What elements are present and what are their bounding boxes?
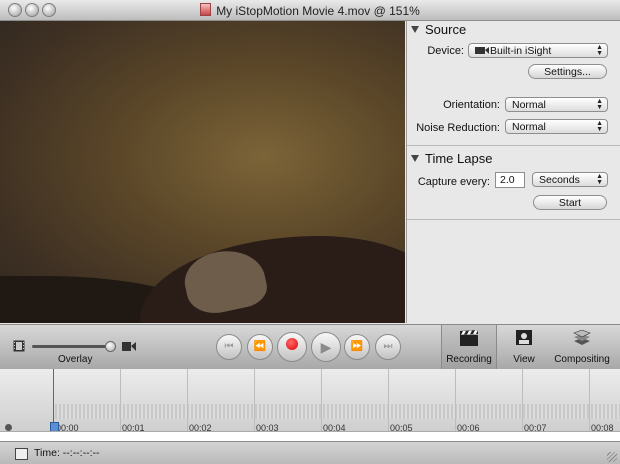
recording-mode-label: Recording	[446, 354, 492, 365]
view-mode-button[interactable]: View	[497, 325, 551, 369]
timelapse-header-label: Time Lapse	[425, 151, 493, 166]
play-button[interactable]: ▶	[311, 332, 341, 362]
start-button[interactable]: Start	[533, 195, 607, 210]
popup-arrows-icon: ▲ ▼	[596, 44, 603, 57]
go-to-start-button[interactable]: ⏮	[216, 334, 242, 360]
timeline-track[interactable]	[0, 369, 620, 431]
orientation-label: Orientation:	[443, 99, 500, 111]
view-icon	[516, 330, 532, 345]
timelapse-section-header[interactable]: Time Lapse	[411, 151, 492, 166]
source-section-header[interactable]: Source	[411, 22, 466, 37]
resize-grip-icon[interactable]	[607, 452, 617, 462]
recording-mode-button[interactable]: Recording	[441, 325, 497, 369]
popup-arrows-icon: ▲ ▼	[596, 98, 603, 111]
capture-every-label: Capture every:	[417, 176, 490, 188]
timeline-tick	[254, 369, 255, 431]
overlay-slider-knob[interactable]	[105, 341, 116, 352]
record-dot-icon	[286, 338, 298, 350]
filmstrip-icon	[13, 340, 25, 352]
inspector-panel: Source Device: Built-in iSight ▲ ▼ Settin…	[406, 21, 620, 323]
status-bar: Time: --:--:--:--	[0, 441, 620, 464]
interval-unit-popup[interactable]: Seconds ▲ ▼	[532, 172, 608, 187]
camera-preview	[0, 21, 405, 323]
capture-interval-field[interactable]: 2.0	[495, 172, 525, 188]
interval-unit-value: Seconds	[539, 174, 580, 186]
layers-icon	[573, 330, 591, 345]
view-mode-label: View	[513, 354, 535, 365]
timecode-icon	[15, 448, 28, 460]
timeline-frames	[55, 404, 620, 419]
orientation-popup[interactable]: Normal ▲ ▼	[505, 97, 608, 112]
compositing-mode-label: Compositing	[554, 354, 610, 365]
timeline-tick	[321, 369, 322, 431]
popup-arrows-icon: ▲ ▼	[596, 173, 603, 186]
settings-button[interactable]: Settings...	[528, 64, 607, 79]
noise-reduction-popup[interactable]: Normal ▲ ▼	[505, 119, 608, 134]
timeline-zoom-icon[interactable]	[5, 424, 12, 431]
timeline-tick	[522, 369, 523, 431]
timeline-tick	[455, 369, 456, 431]
window-title-wrap: My iStopMotion Movie 4.mov @ 151%	[0, 3, 620, 18]
timeline-tick	[120, 369, 121, 431]
step-forward-button[interactable]: ⏩	[344, 334, 370, 360]
device-value: Built-in iSight	[490, 45, 552, 57]
disclosure-triangle-icon[interactable]	[411, 26, 419, 33]
compositing-mode-button[interactable]: Compositing	[553, 325, 611, 369]
timeline-tick	[589, 369, 590, 431]
device-label: Device:	[427, 45, 464, 57]
record-button[interactable]	[277, 332, 307, 362]
preview-object	[140, 236, 405, 323]
overlay-label: Overlay	[58, 354, 93, 365]
bottom-toolbar: Overlay ⏮ ⏪ ▶ ⏩ ⏭ Recording View Composi…	[0, 324, 620, 370]
title-bar: My iStopMotion Movie 4.mov @ 151%	[0, 0, 620, 21]
step-back-button[interactable]: ⏪	[247, 334, 273, 360]
orientation-value: Normal	[512, 99, 546, 111]
timeline-tick	[187, 369, 188, 431]
noise-reduction-label: Noise Reduction:	[416, 122, 500, 134]
device-popup[interactable]: Built-in iSight ▲ ▼	[468, 43, 608, 58]
document-icon	[200, 3, 212, 16]
clapperboard-icon	[460, 330, 478, 346]
timeline-scrollbar[interactable]	[0, 431, 620, 441]
time-readout: Time: --:--:--:--	[34, 447, 100, 459]
disclosure-triangle-icon[interactable]	[411, 155, 419, 162]
video-camera-icon	[122, 342, 136, 351]
timeline-tick	[388, 369, 389, 431]
overlay-slider-track[interactable]	[32, 345, 112, 348]
noise-reduction-value: Normal	[512, 121, 546, 133]
source-header-label: Source	[425, 22, 467, 37]
section-divider	[407, 219, 620, 220]
section-divider	[407, 145, 620, 146]
timeline[interactable]: 00:00 00:01 00:02 00:03 00:04 00:05 00:0…	[0, 369, 620, 441]
window-title: My iStopMotion Movie 4.mov @ 151%	[216, 4, 420, 18]
go-to-end-button[interactable]: ⏭	[375, 334, 401, 360]
app-window: My iStopMotion Movie 4.mov @ 151% Source…	[0, 0, 620, 464]
popup-arrows-icon: ▲ ▼	[596, 120, 603, 133]
camera-icon	[475, 47, 489, 54]
